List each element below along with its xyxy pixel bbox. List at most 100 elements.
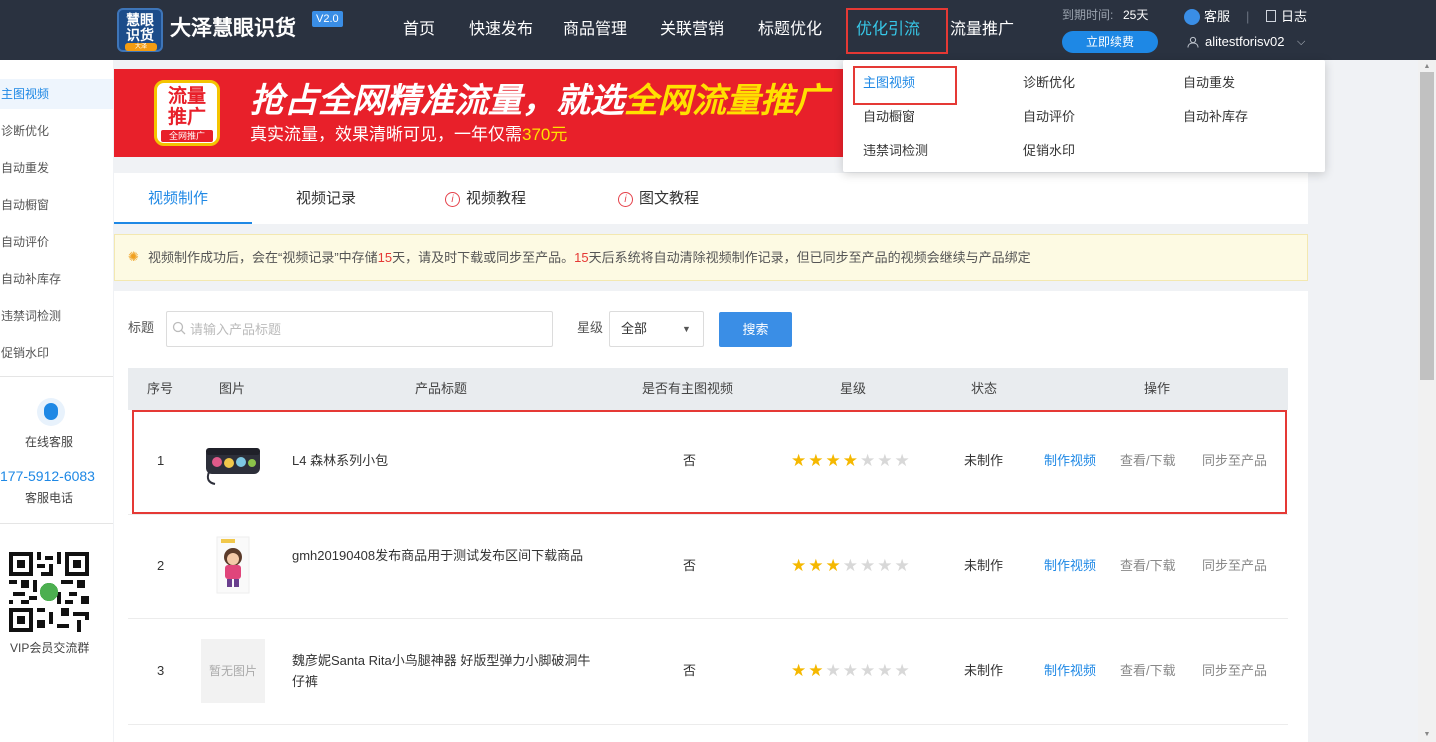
no-image-placeholder: 暂无图片: [201, 639, 265, 703]
tab-text-tutorial[interactable]: i 图文教程: [618, 173, 699, 224]
service-phone: 177-5912-6083: [0, 468, 95, 484]
has-video: 否: [683, 663, 697, 678]
sync-to-product-link[interactable]: 同步至产品: [1202, 662, 1267, 680]
product-image[interactable]: [201, 533, 265, 597]
nav-product-manage[interactable]: 商品管理: [563, 0, 627, 60]
banner-subtitle: 真实流量，效果清晰可见，一年仅需370元: [250, 124, 567, 146]
service-link[interactable]: 客服: [1204, 8, 1230, 26]
logo-tag: 大泽: [125, 43, 157, 51]
col-header-title: 产品标题: [415, 381, 468, 396]
notice-part2: 天，请及时下载或同步至产品。: [392, 250, 575, 265]
view-download-link[interactable]: 查看/下载: [1120, 662, 1176, 680]
banner-badge-line1: 流量: [167, 86, 206, 107]
view-download-link[interactable]: 查看/下载: [1120, 557, 1176, 575]
row-divider: [128, 514, 1288, 515]
tab-bar: 视频制作 视频记录 i 视频教程 i 图文教程: [114, 173, 1308, 224]
row-index: 2: [157, 558, 165, 573]
col-header-has-video: 是否有主图视频: [642, 381, 734, 396]
info-icon: i: [618, 192, 633, 207]
dropdown-item-auto-review[interactable]: 自动评价: [1023, 108, 1075, 126]
username[interactable]: alitestforisv02: [1205, 33, 1284, 51]
star-empty-icon: ★: [860, 661, 878, 680]
sidebar-item-auto-showcase[interactable]: 自动橱窗: [0, 190, 113, 220]
banner-sub-main: 真实流量，效果清晰可见，一年仅需: [250, 125, 522, 144]
col-header-stars: 星级: [840, 381, 867, 396]
dropdown-item-auto-repost[interactable]: 自动重发: [1183, 74, 1235, 92]
banner-headline-highlight: 全网流量推广: [624, 82, 828, 120]
make-video-link[interactable]: 制作视频: [1044, 662, 1096, 680]
sidebar-item-auto-restock[interactable]: 自动补库存: [0, 264, 113, 294]
qr-code-image: [9, 552, 89, 632]
service-icon[interactable]: [1184, 9, 1200, 25]
sidebar-item-diagnose[interactable]: 诊断优化: [0, 116, 113, 146]
nav-active-highlight: [846, 8, 948, 54]
renew-button[interactable]: 立即续费: [1062, 31, 1158, 53]
star-empty-icon: ★: [842, 556, 860, 575]
row-divider: [128, 724, 1288, 725]
log-icon[interactable]: [1266, 10, 1276, 22]
row-highlight: [132, 410, 1287, 514]
notice-days2: 15: [574, 250, 589, 265]
banner-badge-tag: 全网推广: [161, 130, 213, 142]
log-link[interactable]: 日志: [1281, 8, 1307, 26]
product-title: 魏彦妮Santa Rita小鸟腿神器 好版型弹力小脚破洞牛仔裤: [292, 653, 591, 689]
sidebar-item-main-video[interactable]: 主图视频: [0, 79, 113, 109]
product-title: gmh20190408发布商品用于测试发布区间下载商品: [292, 548, 584, 563]
make-video-link[interactable]: 制作视频: [1044, 557, 1096, 575]
banner-headline-main: 抢占全网精准流量，就选: [250, 82, 624, 120]
scroll-down-arrow-icon[interactable]: ▼: [1422, 731, 1432, 739]
chevron-down-icon[interactable]: ⌵: [1297, 33, 1305, 51]
sidebar-item-watermark[interactable]: 促销水印: [0, 338, 113, 368]
nav-title-optimize[interactable]: 标题优化: [758, 0, 822, 60]
app-logo[interactable]: 慧眼 识货 大泽: [117, 8, 163, 52]
notice-part3: 天后系统将自动清除视频制作记录，但已同步至产品的视频会继续与产品绑定: [588, 250, 1031, 265]
nav-quick-publish[interactable]: 快速发布: [469, 0, 533, 60]
scroll-up-arrow-icon[interactable]: ▲: [1422, 63, 1432, 71]
col-header-actions: 操作: [1144, 381, 1171, 396]
scrollbar-thumb[interactable]: [1420, 72, 1434, 380]
dropdown-item-watermark[interactable]: 促销水印: [1023, 142, 1075, 160]
tab-video-records[interactable]: 视频记录: [296, 173, 356, 224]
star-empty-icon: ★: [894, 556, 912, 575]
tab-text-tutorial-label: 图文教程: [639, 190, 700, 207]
sync-to-product-link[interactable]: 同步至产品: [1202, 557, 1267, 575]
version-badge: V2.0: [312, 11, 343, 27]
dropdown-item-banned-words[interactable]: 违禁词检测: [863, 142, 928, 160]
online-service-label[interactable]: 在线客服: [25, 434, 73, 450]
sidebar-divider: [0, 523, 113, 524]
tab-video-tutorial[interactable]: i 视频教程: [445, 173, 526, 224]
sidebar-item-banned-words[interactable]: 违禁词检测: [0, 301, 113, 331]
star-filled-icon: ★: [791, 661, 809, 680]
notice-part1: 视频制作成功后，会在“视频记录”中存储: [148, 250, 378, 265]
logo-line2: 识货: [126, 27, 154, 43]
bulb-icon: ✺: [128, 249, 139, 264]
expire-label: 到期时间:: [1062, 8, 1114, 22]
dropdown-item-auto-showcase[interactable]: 自动橱窗: [863, 108, 915, 126]
online-service-icon[interactable]: [37, 398, 65, 426]
nav-traffic-promotion[interactable]: 流量推广: [950, 0, 1014, 60]
title-search-input[interactable]: [190, 312, 545, 346]
sidebar-item-auto-repost[interactable]: 自动重发: [0, 153, 113, 183]
star-empty-icon: ★: [894, 661, 912, 680]
banner-headline: 抢占全网精准流量，就选全网流量推广: [250, 81, 828, 121]
search-button[interactable]: 搜索: [719, 312, 792, 347]
dropdown-item-diagnose[interactable]: 诊断优化: [1023, 74, 1075, 92]
row-divider: [128, 618, 1288, 619]
search-icon: [172, 321, 186, 335]
dropdown-active-highlight: [853, 66, 957, 105]
nav-home[interactable]: 首页: [403, 0, 435, 60]
sidebar-item-auto-review[interactable]: 自动评价: [0, 227, 113, 257]
star-filled-icon: ★: [791, 556, 809, 575]
col-header-status: 状态: [971, 381, 998, 396]
notice-text: 视频制作成功后，会在“视频记录”中存储15天，请及时下载或同步至产品。15天后系…: [148, 249, 1031, 266]
star-empty-icon: ★: [842, 661, 860, 680]
star-filled-icon: ★: [808, 661, 826, 680]
nav-related-marketing[interactable]: 关联营销: [660, 0, 724, 60]
dropdown-item-auto-restock[interactable]: 自动补库存: [1183, 108, 1248, 126]
tab-video-make[interactable]: 视频制作: [148, 173, 208, 224]
promo-banner[interactable]: 流量 推广 全网推广 抢占全网精准流量，就选全网流量推广 真实流量，效果清晰可见…: [114, 69, 844, 157]
service-phone-label: 客服电话: [25, 491, 74, 505]
star-filter-label: 星级: [577, 320, 604, 335]
title-filter-label: 标题: [128, 320, 155, 335]
star-empty-icon: ★: [877, 661, 895, 680]
